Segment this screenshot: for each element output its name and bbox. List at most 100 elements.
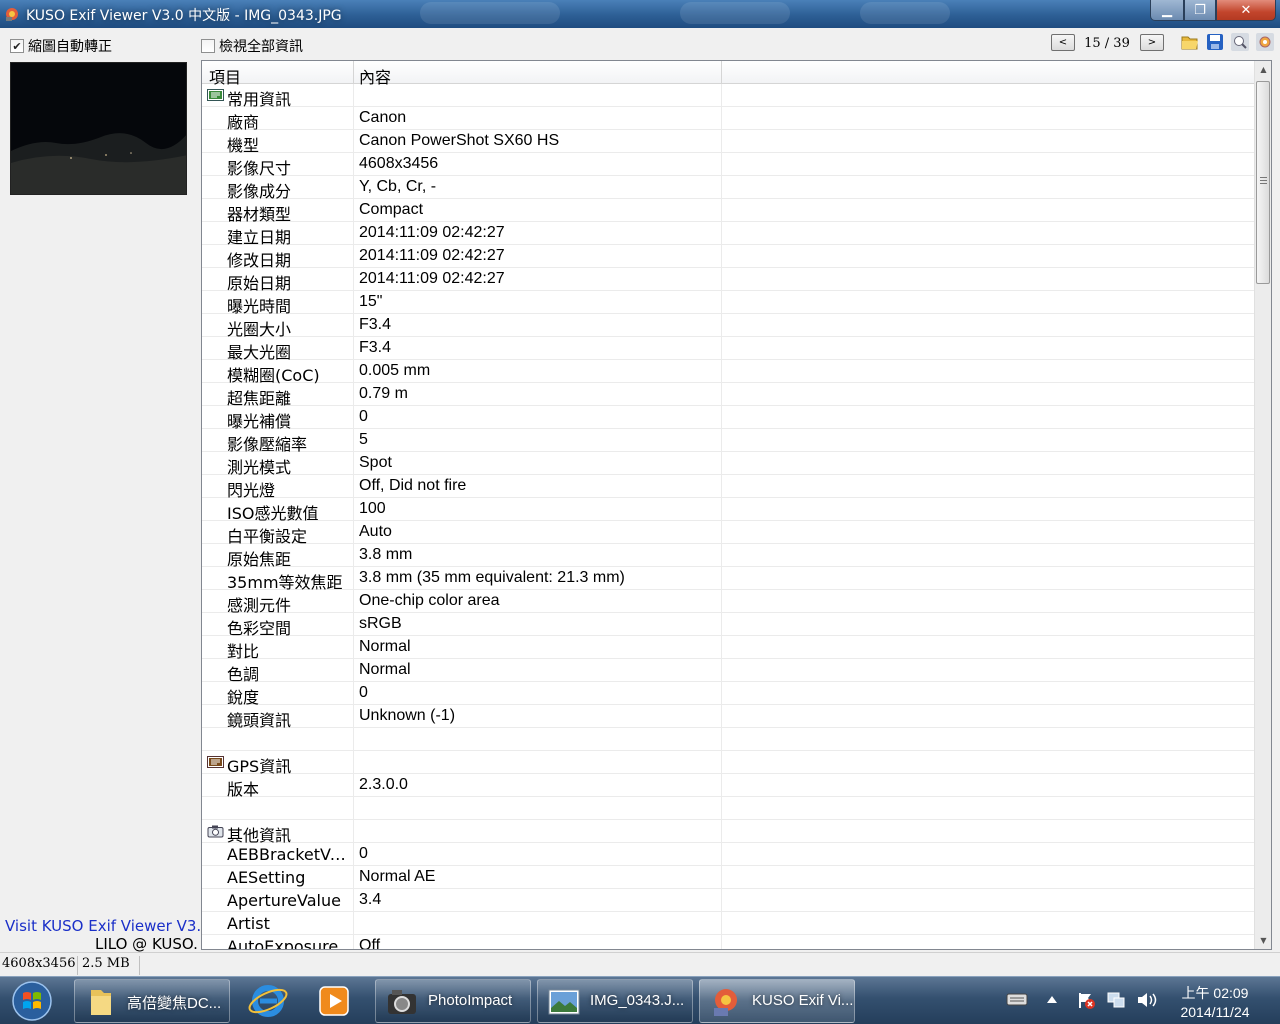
open-folder-icon[interactable] [1181,33,1199,51]
table-row[interactable]: 廠商 Canon [202,107,1254,132]
table-header: 項目 內容 [202,61,1254,87]
table-row[interactable]: AutoExposure Off [202,935,1254,949]
row-item-value: sRGB [359,615,402,632]
table-row[interactable]: 超焦距離 0.79 m [202,383,1254,408]
table-row[interactable]: AEBBracketVa... 0 [202,843,1254,866]
row-item-value: Off, Did not fire [359,477,467,494]
taskbar-item-label: KUSO Exif Vi... [752,992,854,1009]
table-row[interactable]: 影像成分 Y, Cb, Cr, - [202,176,1254,201]
row-item-value: Normal AE [359,868,436,885]
section-header-row[interactable]: 常用資訊 [202,84,1254,109]
clock-time[interactable]: 上午 02:09 [1170,983,1260,1003]
next-image-button[interactable]: > [1140,34,1164,51]
table-row[interactable]: 原始焦距 3.8 mm [202,544,1254,569]
row-item-value: 4608x3456 [359,155,439,172]
keyboard-icon[interactable] [1006,991,1028,1007]
zoom-icon[interactable] [1231,33,1249,51]
table-row[interactable]: 色調 Normal [202,659,1254,684]
camera-icon [207,825,224,838]
status-file-size: 2.5 MB [80,956,140,975]
table-row[interactable]: 版本 2.3.0.0 [202,774,1254,799]
taskbar-item-folder[interactable]: 高倍變焦DC... [74,979,230,1023]
table-row[interactable]: 光圈大小 F3.4 [202,314,1254,339]
network-icon[interactable] [1106,990,1126,1010]
folder-icon [91,990,111,1015]
table-row[interactable]: 影像壓縮率 5 [202,429,1254,454]
table-row[interactable]: 白平衡設定 Auto [202,521,1254,546]
action-center-flag-icon[interactable] [1076,990,1096,1010]
app-icon [6,8,18,21]
table-row[interactable]: 曝光時間 15" [202,291,1254,316]
kuso-icon [714,989,737,1016]
ie-icon[interactable] [238,979,298,1023]
table-row[interactable]: 35mm等效焦距 3.8 mm (35 mm equivalent: 21.3 m… [202,567,1254,592]
show-all-option[interactable]: 檢視全部資訊 [201,36,303,56]
table-row[interactable]: 色彩空間 sRGB [202,613,1254,638]
save-disk-icon[interactable] [1206,33,1224,51]
gps-icon [207,756,224,768]
table-row[interactable]: ApertureValue 3.4 [202,889,1254,912]
table-row[interactable]: AESetting Normal AE [202,866,1254,889]
settings-icon[interactable] [1256,33,1274,51]
clock-date[interactable]: 2014/11/24 [1170,1004,1260,1020]
prev-image-button[interactable]: < [1051,34,1075,51]
table-row[interactable]: 對比 Normal [202,636,1254,661]
table-row[interactable]: 修改日期 2014:11:09 02:42:27 [202,245,1254,270]
table-row[interactable]: 模糊圈(CoC) 0.005 mm [202,360,1254,385]
table-row[interactable]: 鏡頭資訊 Unknown (-1) [202,705,1254,730]
table-row[interactable]: 測光模式 Spot [202,452,1254,477]
table-row[interactable]: 銳度 0 [202,682,1254,707]
row-item-value: 0.005 mm [359,362,431,379]
row-item-value: Normal [359,638,411,655]
row-item-value: 2014:11:09 02:42:27 [359,224,505,241]
taskbar-item-image-viewer[interactable]: IMG_0343.J... [537,979,693,1023]
table-row[interactable]: 影像尺寸 4608x3456 [202,153,1254,178]
row-item-value: 0 [359,684,368,701]
table-row[interactable]: 曝光補償 0 [202,406,1254,431]
blank-row[interactable] [202,728,1254,751]
row-item-value: Canon PowerShot SX60 HS [359,132,560,149]
start-button[interactable] [6,979,58,1023]
minimize-button[interactable]: ▁ [1150,0,1184,21]
row-item-value: Spot [359,454,392,471]
scroll-down-arrow-icon[interactable]: ▼ [1255,932,1271,949]
photoimpact-icon [388,990,416,1014]
table-row[interactable]: 感測元件 One-chip color area [202,590,1254,615]
scroll-thumb[interactable] [1256,81,1270,284]
window-title: KUSO Exif Viewer V3.0 中文版 - IMG_0343.JPG [26,8,342,24]
thumbnail-image [10,62,187,195]
visit-link[interactable]: Visit KUSO Exif Viewer V3.0 [5,917,201,935]
taskbar-item-kuso[interactable]: KUSO Exif Vi... [699,979,855,1023]
section-header-row[interactable]: GPS資訊 [202,751,1254,776]
close-button[interactable]: ✕ [1216,0,1276,21]
table-row[interactable]: 閃光燈 Off, Did not fire [202,475,1254,500]
title-bar[interactable]: KUSO Exif Viewer V3.0 中文版 - IMG_0343.JPG [0,0,1280,28]
tray-expand-icon[interactable] [1046,994,1058,1004]
table-row[interactable]: 器材類型 Compact [202,199,1254,224]
row-item-value: 0 [359,845,368,862]
blank-row[interactable] [202,797,1254,820]
auto-rotate-option[interactable]: ✔ 縮圖自動轉正 [10,36,112,56]
row-item-value: One-chip color area [359,592,500,609]
auto-rotate-checkbox[interactable]: ✔ [10,39,24,53]
row-item-value: 2014:11:09 02:42:27 [359,270,505,287]
maximize-button[interactable]: ❐ [1184,0,1216,21]
taskbar-item-photoimpact[interactable]: PhotoImpact [375,979,531,1023]
volume-icon[interactable] [1136,990,1158,1010]
table-row[interactable]: ISO感光數值 100 [202,498,1254,523]
table-row[interactable]: 最大光圈 F3.4 [202,337,1254,362]
show-all-checkbox[interactable] [201,39,215,53]
taskbar-item-label: 高倍變焦DC... [127,995,222,1012]
vertical-scrollbar[interactable]: ▲ ▼ [1254,61,1271,949]
table-row[interactable]: Artist [202,912,1254,935]
exif-table[interactable]: 項目 內容 常用資訊 廠商 Canon 機型 Canon PowerShot SX60 … [201,60,1272,950]
status-bar: 4608x3456 2.5 MB [0,952,1280,976]
table-row[interactable]: 原始日期 2014:11:09 02:42:27 [202,268,1254,293]
section-header-row[interactable]: 其他資訊 [202,820,1254,845]
media-player-icon[interactable] [304,979,364,1023]
scroll-up-arrow-icon[interactable]: ▲ [1255,61,1271,78]
table-row[interactable]: 機型 Canon PowerShot SX60 HS [202,130,1254,155]
row-item-value: 0.79 m [359,385,408,402]
close-icon: ✕ [1240,2,1252,18]
table-row[interactable]: 建立日期 2014:11:09 02:42:27 [202,222,1254,247]
